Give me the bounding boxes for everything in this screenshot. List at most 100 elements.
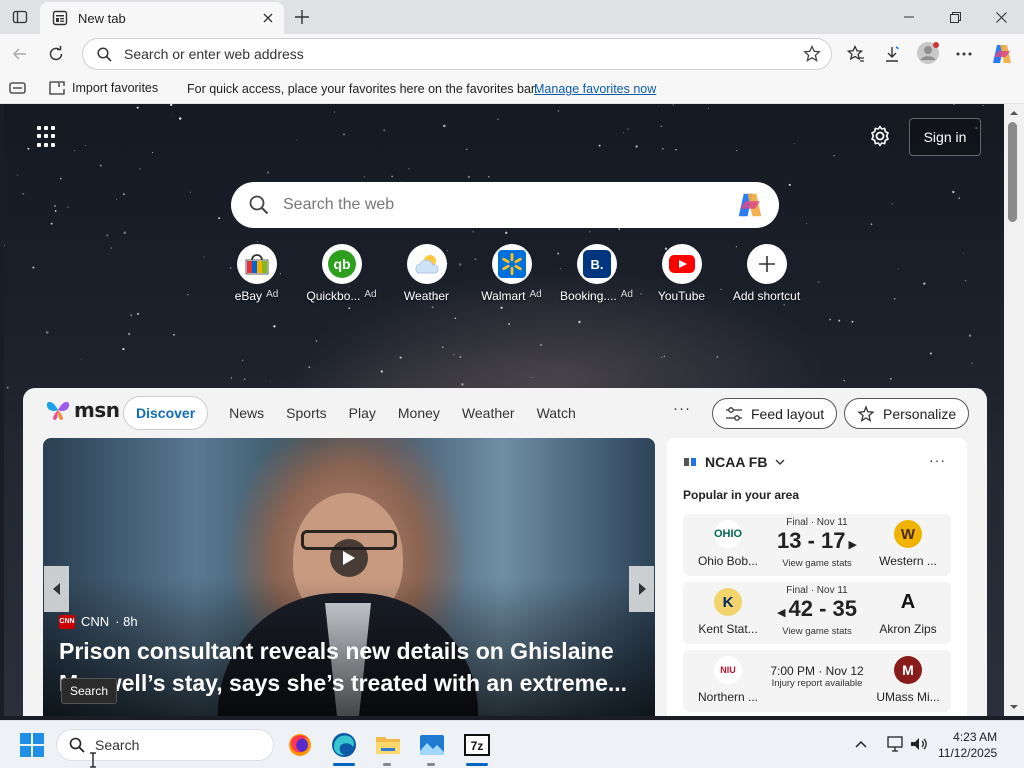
game-stats-link[interactable]: View game stats [763,558,871,569]
akron-zips-logo: A [900,590,916,613]
quick-links: eBay Ad qb Quickbo... Ad Weather Walmart Ad [214,244,809,303]
close-window-button[interactable] [978,0,1024,34]
tab-sports[interactable]: Sports [275,396,337,430]
minimize-button[interactable] [886,0,932,34]
game-score: Final · Nov 11 ◀ 42 - 35 View game stats [763,585,871,637]
msn-logo-text: msn [74,398,120,422]
chevron-right-icon [638,583,646,595]
network-button[interactable] [886,735,904,753]
show-hidden-icons-button[interactable] [852,735,870,753]
scrollbar-thumb[interactable] [1008,122,1017,222]
northern-illinois-logo: NIU [714,656,742,684]
7zip-taskbar-button[interactable]: 7z [463,731,491,759]
tab-play[interactable]: Play [338,396,387,430]
windows-logo-icon [20,733,31,744]
start-button[interactable] [20,733,44,757]
shortcut-weather[interactable]: Weather [384,244,469,303]
video-play-button[interactable] [330,539,368,577]
app-launcher-button[interactable] [37,126,59,148]
copilot-icon[interactable] [735,190,765,220]
tab-actions-icon [12,10,28,24]
volume-button[interactable] [910,735,928,753]
settings-and-more-button[interactable] [950,40,978,68]
shortcut-label: Weather [403,289,450,303]
profile-avatar-button[interactable] [916,41,940,65]
tab-weather[interactable]: Weather [451,396,526,430]
tab-actions-button[interactable] [6,5,34,29]
cnn-logo: CNN [59,614,75,629]
address-input[interactable] [124,46,803,62]
personalize-button[interactable]: Personalize [844,398,970,429]
favorites-button[interactable] [842,40,870,68]
shortcut-ebay[interactable]: eBay Ad [214,244,299,303]
downloads-button[interactable] [878,40,906,68]
manage-favorites-link[interactable]: Manage favorites now [534,82,656,96]
feed-layout-button[interactable]: Feed layout [712,398,838,429]
game-status: Final · Nov 11 [786,585,848,596]
new-tab-button[interactable] [290,5,314,29]
restore-icon [949,11,961,23]
restore-button[interactable] [932,0,978,34]
back-button[interactable] [6,40,34,68]
shortcut-walmart[interactable]: Walmart Ad [469,244,554,303]
folder-icon [376,737,400,754]
firefox-icon [289,734,311,756]
system-clock[interactable]: 4:23 AM 11/12/2025 [938,729,997,761]
refresh-button[interactable] [42,40,70,68]
edge-active-indicator [333,763,355,766]
tab-watch[interactable]: Watch [526,396,587,430]
tab-discover[interactable]: Discover [123,396,209,430]
home-team-name: Northern ... [697,690,759,704]
web-search-input[interactable] [283,196,735,214]
import-favorites-button[interactable]: Import favorites [48,80,158,96]
home-team: OHIO Ohio Bob... [683,520,773,568]
msn-logo[interactable]: msn [45,398,120,422]
edge-taskbar-button[interactable] [330,731,358,759]
star-favorite-icon[interactable] [803,45,821,63]
tab-close-button[interactable] [260,10,276,26]
photos-taskbar-button[interactable] [418,731,446,759]
photos-running-indicator [427,763,435,766]
add-shortcut-button[interactable]: Add shortcut [724,244,809,303]
msn-butterfly-icon [46,401,70,420]
ad-badge: Ad [529,289,542,300]
shortcut-quickbooks[interactable]: qb Quickbo... Ad [299,244,384,303]
shortcut-youtube[interactable]: YouTube [639,244,724,303]
league-selector[interactable]: NCAA FB [683,454,785,470]
firefox-taskbar-button[interactable] [286,731,314,759]
address-bar[interactable] [82,38,832,70]
hero-prev-button[interactable] [44,566,69,612]
hero-next-button[interactable] [629,566,654,612]
injury-report-link[interactable]: Injury report available [763,678,871,689]
winner-arrow-right-icon: ▶ [848,539,857,551]
sign-in-button[interactable]: Sign in [909,118,981,156]
play-icon [343,551,355,565]
copilot-button[interactable] [988,40,1016,68]
feed-more-button[interactable]: ··· [673,400,691,417]
feed-layout-label: Feed layout [751,405,825,422]
hero-news-card[interactable]: CNN CNN · 8h Prison consultant reveals n… [43,438,655,716]
file-explorer-taskbar-button[interactable] [374,731,402,759]
scroll-down-arrow-icon[interactable] [1004,700,1024,714]
game-stats-link[interactable]: View game stats [763,626,871,637]
favorites-menu-icon[interactable] [9,81,27,98]
svg-text:B.: B. [590,257,603,272]
web-search-box[interactable] [231,182,779,228]
scroll-up-arrow-icon[interactable] [1004,106,1024,120]
shortcut-booking[interactable]: B. Booking.... Ad [554,244,639,303]
game-score: 7:00 PM · Nov 12 Injury report available [763,653,871,689]
game-row[interactable]: K Kent Stat... Final · Nov 11 ◀ 42 - 35 V… [683,582,951,644]
hero-headline[interactable]: Prison consultant reveals new details on… [59,635,639,699]
sports-card: NCAA FB ··· Popular in your area OHIO Oh… [667,438,967,716]
favorites-bar: Import favorites For quick access, place… [0,74,1024,104]
game-row[interactable]: OHIO Ohio Bob... Final · Nov 11 13 - 17 ▶… [683,514,951,576]
taskbar-search-input[interactable] [95,737,255,753]
tab-new-tab[interactable]: New tab [40,2,284,34]
page-settings-button[interactable] [868,124,892,148]
sports-more-button[interactable]: ··· [929,452,946,468]
shortcut-label: Add shortcut [732,289,801,303]
tab-money[interactable]: Money [387,396,451,430]
away-team: A Akron Zips [863,588,953,637]
tab-news[interactable]: News [218,396,275,430]
game-row[interactable]: NIU Northern ... 7:00 PM · Nov 12 Injury… [683,650,951,712]
